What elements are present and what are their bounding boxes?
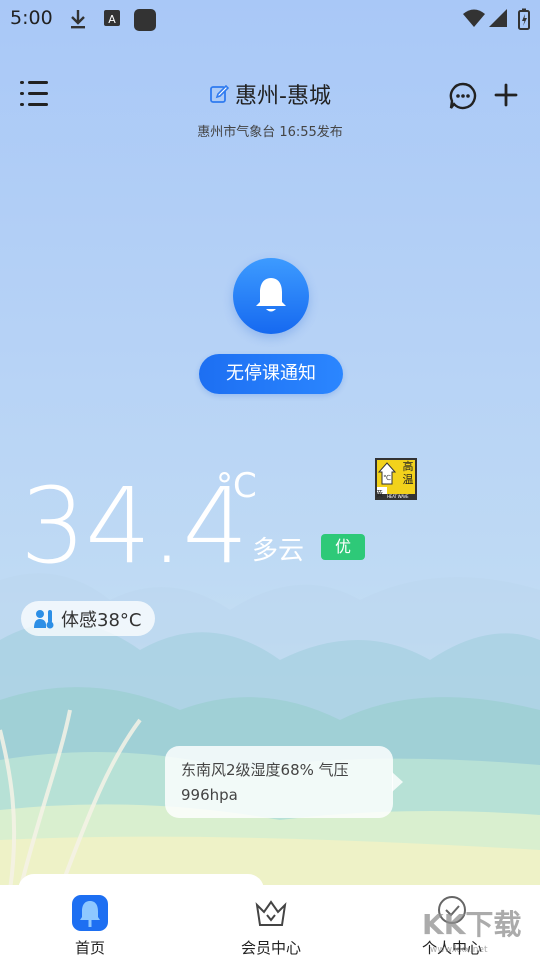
- watermark-text: KK下载: [422, 908, 521, 941]
- home-icon: [72, 895, 108, 931]
- current-temperature: 34.4: [20, 465, 249, 587]
- alert-level-text: 黄: [376, 490, 383, 498]
- publish-info: 惠州市气象台 16:55发布: [197, 125, 343, 140]
- feels-like-text: 体感38°C: [61, 609, 142, 631]
- notice-bell-button[interactable]: [233, 258, 309, 334]
- temperature-unit: °C: [216, 466, 257, 506]
- tab-home-label: 首页: [74, 939, 105, 957]
- feels-like-chip: 体感38°C: [21, 601, 155, 636]
- battery-icon: [518, 8, 530, 30]
- font-icon: A: [104, 10, 120, 26]
- person-thermometer-icon: [34, 609, 54, 628]
- watermark-url: www.kkx.net: [430, 945, 488, 954]
- message-icon[interactable]: [449, 82, 477, 110]
- aqi-badge[interactable]: 优: [321, 534, 365, 560]
- status-bar: 5:00 A: [0, 0, 540, 38]
- location-selector[interactable]: 惠州-惠城: [209, 78, 331, 110]
- download-icon: [71, 10, 85, 29]
- alert-title-text: 高温: [402, 460, 414, 486]
- tab-home[interactable]: 首页: [30, 885, 150, 960]
- tab-membership[interactable]: 会员中心: [211, 885, 331, 960]
- wifi-icon: [463, 9, 485, 27]
- edit-icon: [210, 84, 230, 103]
- weather-condition: 多云: [252, 536, 305, 566]
- svg-text:℃: ℃: [383, 474, 391, 482]
- app-notification-icon: [134, 9, 156, 31]
- bell-icon: [256, 278, 286, 312]
- add-city-icon[interactable]: [494, 82, 518, 108]
- weather-detail-bubble[interactable]: 东南风2级湿度68% 气压996hpa: [165, 746, 403, 818]
- signal-icon: [489, 9, 507, 27]
- class-suspension-notice-button[interactable]: 无停课通知: [199, 354, 343, 394]
- status-time: 5:00: [10, 7, 53, 29]
- alert-subtext: HEAT WAVE: [387, 494, 409, 499]
- crown-icon: [255, 900, 287, 926]
- tab-membership-label: 会员中心: [240, 939, 301, 957]
- location-title: 惠州-惠城: [235, 84, 331, 109]
- kkx-watermark: KK下载 www.kkx.net: [422, 908, 521, 954]
- svg-text:A: A: [108, 13, 116, 26]
